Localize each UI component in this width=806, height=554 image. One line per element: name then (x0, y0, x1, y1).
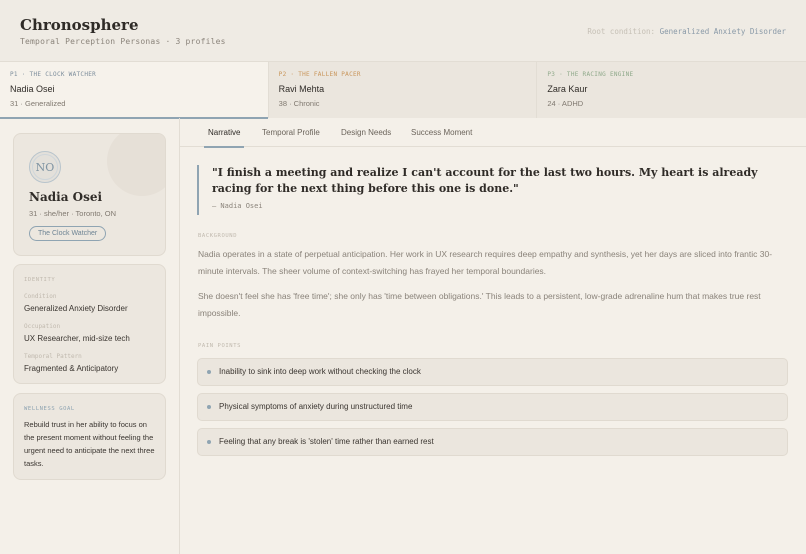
bullet-dot-icon (207, 440, 211, 444)
tab-temporal-profile[interactable]: Temporal Profile (262, 118, 320, 147)
persona-code: P2 · THE FALLEN PACER (278, 71, 361, 78)
app-subtitle: Temporal Perception Personas · 3 profile… (20, 37, 226, 46)
persona-selector: P1 · THE CLOCK WATCHER Nadia Osei 31 · G… (0, 62, 806, 119)
quote-attribution: — Nadia Osei (212, 202, 263, 210)
condition-label: Condition (24, 293, 57, 300)
wellness-text: Rebuild trust in her ability to focus on… (24, 420, 155, 468)
occupation-label: Occupation (24, 323, 61, 330)
main-content: Narrative Temporal Profile Design Needs … (180, 118, 806, 554)
pain-points-label: PAIN POINTS (198, 343, 242, 349)
profile-card: NO Nadia Osei 31 · she/her · Toronto, ON… (13, 133, 166, 256)
identity-card: IDENTITY Condition Generalized Anxiety D… (13, 264, 166, 384)
sidebar: NO Nadia Osei 31 · she/her · Toronto, ON… (0, 118, 180, 554)
app-title: Chronosphere (20, 16, 139, 34)
app-header: Chronosphere Temporal Perception Persona… (0, 0, 806, 62)
quote-text: "I finish a meeting and realize I can't … (212, 166, 758, 195)
bullet-dot-icon (207, 405, 211, 409)
persona-tab-p2[interactable]: P2 · THE FALLEN PACER Ravi Mehta 38 · Ch… (268, 62, 538, 118)
persona-name: Ravi Mehta (278, 84, 325, 94)
pain-point-item: Physical symptoms of anxiety during unst… (197, 393, 788, 421)
temporal-pattern-label: Temporal Pattern (24, 353, 82, 360)
tab-narrative[interactable]: Narrative (203, 118, 245, 148)
root-condition-label: Root condition: (587, 27, 656, 36)
persona-quote: "I finish a meeting and realize I can't … (197, 165, 772, 215)
tab-design-needs[interactable]: Design Needs (341, 118, 391, 147)
persona-code: P3 · THE RACING ENGINE (547, 71, 634, 78)
avatar: NO (29, 151, 61, 183)
pain-point-text: Physical symptoms of anxiety during unst… (219, 402, 413, 411)
persona-meta: 38 · Chronic (278, 99, 320, 108)
root-condition-value: Generalized Anxiety Disorder (659, 27, 786, 36)
tab-success-moment[interactable]: Success Moment (411, 118, 472, 147)
persona-name: Zara Kaur (547, 84, 588, 94)
avatar-ring (32, 154, 58, 180)
pain-point-text: Feeling that any break is 'stolen' time … (219, 437, 434, 446)
occupation-value: UX Researcher, mid-size tech (24, 334, 130, 343)
root-condition: Root condition: Generalized Anxiety Diso… (587, 27, 786, 36)
tab-bar: Narrative Temporal Profile Design Needs … (180, 118, 806, 148)
profile-name: Nadia Osei (29, 190, 103, 204)
bullet-dot-icon (207, 370, 211, 374)
persona-code: P1 · THE CLOCK WATCHER (10, 71, 97, 78)
background-paragraph-1: Nadia operates in a state of perpetual a… (198, 249, 773, 276)
pain-point-text: Inability to sink into deep work without… (219, 367, 421, 376)
profile-meta: 31 · she/her · Toronto, ON (29, 209, 116, 218)
pain-point-item: Feeling that any break is 'stolen' time … (197, 428, 788, 456)
persona-name: Nadia Osei (10, 84, 55, 94)
wellness-label: WELLNESS GOAL (24, 406, 75, 412)
background-label: BACKGROUND (198, 233, 238, 239)
wellness-card: WELLNESS GOAL Rebuild trust in her abili… (13, 393, 166, 480)
decorative-circle (107, 134, 165, 196)
background-paragraph-2: She doesn't feel she has 'free time'; sh… (198, 291, 761, 318)
temporal-pattern-value: Fragmented & Anticipatory (24, 364, 119, 373)
persona-tab-p1[interactable]: P1 · THE CLOCK WATCHER Nadia Osei 31 · G… (0, 62, 269, 119)
condition-value: Generalized Anxiety Disorder (24, 304, 128, 313)
pain-point-item: Inability to sink into deep work without… (197, 358, 788, 386)
persona-meta: 24 · ADHD (547, 99, 584, 108)
persona-meta: 31 · Generalized (10, 99, 66, 108)
archetype-badge: The Clock Watcher (29, 226, 107, 241)
identity-label: IDENTITY (24, 277, 56, 283)
persona-tab-p3[interactable]: P3 · THE RACING ENGINE Zara Kaur 24 · AD… (537, 62, 806, 118)
